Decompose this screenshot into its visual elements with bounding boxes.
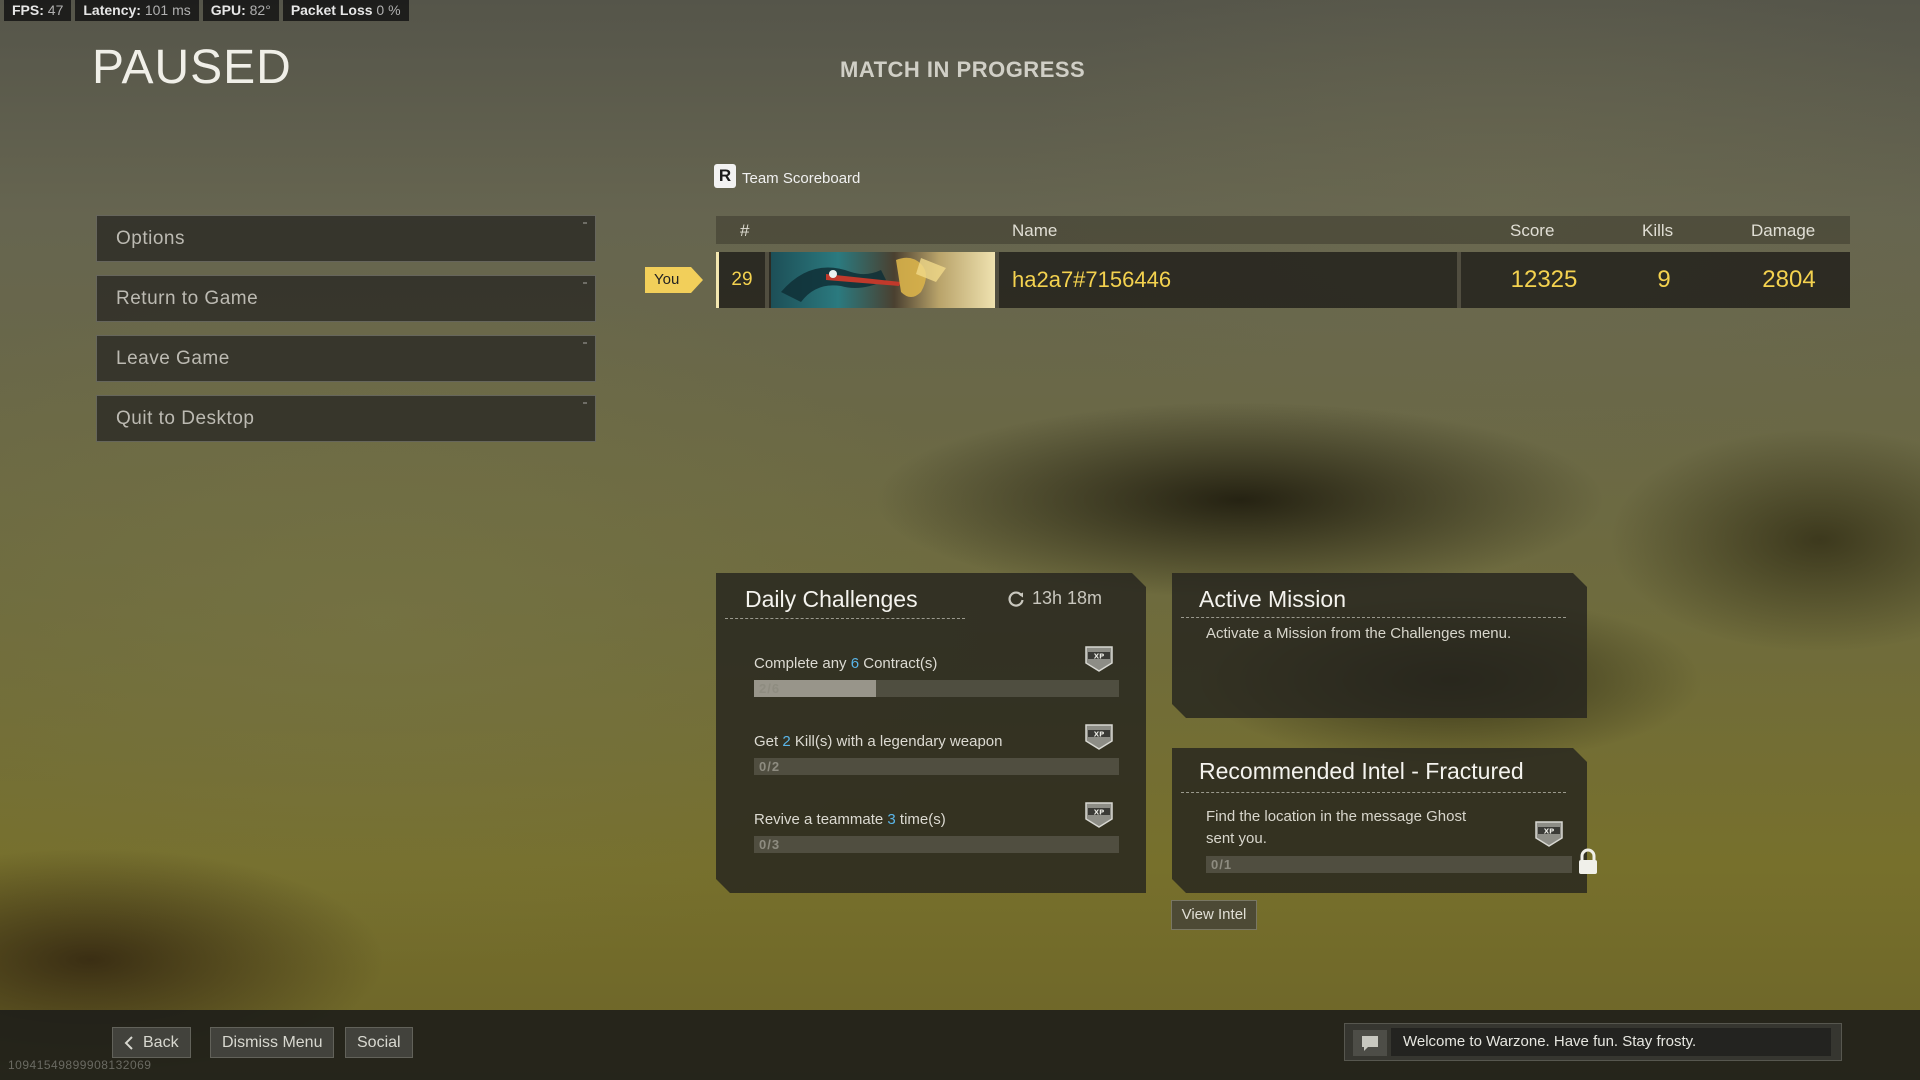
leave-game-button[interactable]: Leave Game	[96, 335, 596, 382]
svg-text:XP: XP	[1544, 828, 1555, 836]
svg-text:XP: XP	[1094, 809, 1105, 817]
title-divider	[1181, 617, 1566, 618]
progress-label: 0/1	[1211, 857, 1233, 872]
xp-reward-icon: XP	[1084, 801, 1114, 829]
options-button[interactable]: Options	[96, 215, 596, 262]
page-title: PAUSED	[92, 41, 292, 94]
back-button[interactable]: Back	[112, 1027, 191, 1058]
view-intel-button[interactable]: View Intel	[1171, 900, 1257, 930]
challenge-text: Revive a teammate 3 time(s)	[754, 811, 946, 828]
session-id: 10941549899908132069	[8, 1058, 152, 1072]
gpu-readout: GPU: 82°	[202, 0, 279, 21]
pause-menu: Options Return to Game Leave Game Quit t…	[96, 215, 596, 455]
chevron-left-icon	[124, 1036, 133, 1050]
progress-label: 0/3	[759, 837, 781, 852]
svg-text:XP: XP	[1094, 731, 1105, 739]
daily-challenges-title: Daily Challenges	[745, 586, 918, 612]
calling-card-image	[771, 252, 995, 308]
social-button[interactable]: Social	[345, 1027, 413, 1058]
xp-reward-icon: XP	[1534, 820, 1564, 848]
challenge-text: Get 2 Kill(s) with a legendary weapon	[754, 733, 1003, 750]
kills-header: Kills	[1642, 221, 1674, 240]
player-rank: 29	[731, 269, 753, 290]
performance-overlay: FPS: 47 Latency: 101 ms GPU: 82° Packet …	[4, 0, 409, 21]
fps-readout: FPS: 47	[4, 0, 72, 21]
scoreboard-header: # Name Score Kills Damage	[716, 216, 1850, 244]
intel-text-line-1: Find the location in the message Ghost	[1206, 808, 1467, 825]
latency-readout: Latency: 101 ms	[75, 0, 199, 21]
challenge-progress-bar: 2/6	[754, 680, 1119, 697]
progress-label: 0/2	[759, 759, 781, 774]
r-key-icon[interactable]: R	[714, 164, 736, 188]
intel-text-line-2: sent you.	[1206, 830, 1267, 847]
challenge-text: Complete any 6 Contract(s)	[754, 655, 938, 672]
lock-icon	[1579, 848, 1597, 874]
challenge-progress-bar: 0/3	[754, 836, 1119, 853]
chat-icon[interactable]	[1353, 1030, 1387, 1056]
row-divider	[1457, 252, 1461, 308]
match-status: MATCH IN PROGRESS	[840, 57, 1086, 82]
player-score: 12325	[1510, 266, 1578, 293]
player-kills: 9	[1657, 266, 1671, 293]
chat-box[interactable]: Welcome to Warzone. Have fun. Stay frost…	[1344, 1023, 1842, 1061]
title-divider	[1181, 792, 1566, 793]
packet-loss-readout: Packet Loss 0 %	[282, 0, 409, 21]
active-mission-text: Activate a Mission from the Challenges m…	[1206, 625, 1512, 642]
active-mission-panel: Active Mission Activate a Mission from t…	[1172, 573, 1587, 718]
title-divider	[725, 618, 965, 619]
back-label: Back	[143, 1034, 179, 1051]
refresh-icon	[1006, 589, 1026, 609]
recommended-intel-panel: Recommended Intel - Fractured Find the l…	[1172, 748, 1587, 893]
team-scoreboard-label[interactable]: Team Scoreboard	[742, 170, 860, 187]
daily-challenges-panel: Daily Challenges 13h 18m Complete any 6 …	[716, 573, 1146, 893]
score-header: Score	[1510, 221, 1555, 240]
you-tag: You	[645, 267, 704, 293]
row-divider	[765, 252, 769, 308]
dismiss-menu-button[interactable]: Dismiss Menu	[210, 1027, 335, 1058]
reset-timer: 13h 18m	[1006, 588, 1102, 609]
rank-header: #	[740, 221, 750, 240]
challenge-progress-bar: 0/2	[754, 758, 1119, 775]
chat-message[interactable]: Welcome to Warzone. Have fun. Stay frost…	[1391, 1028, 1831, 1056]
player-name: ha2a7#7156446	[1012, 267, 1172, 292]
intel-title: Recommended Intel - Fractured	[1199, 758, 1524, 784]
intel-progress-bar: 0/1	[1206, 856, 1572, 873]
scoreboard-row[interactable]: 29 ha2a7#7156446 12325 9 2804	[716, 252, 1850, 308]
player-damage: 2804	[1762, 266, 1816, 293]
svg-text:XP: XP	[1094, 653, 1105, 661]
active-mission-title: Active Mission	[1199, 586, 1346, 612]
timer-text: 13h 18m	[1032, 588, 1103, 608]
row-divider	[995, 252, 999, 308]
quit-to-desktop-button[interactable]: Quit to Desktop	[96, 395, 596, 442]
return-to-game-button[interactable]: Return to Game	[96, 275, 596, 322]
xp-reward-icon: XP	[1084, 645, 1114, 673]
xp-reward-icon: XP	[1084, 723, 1114, 751]
damage-header: Damage	[1751, 221, 1816, 240]
name-header: Name	[1012, 221, 1058, 240]
calling-card-art	[781, 257, 946, 302]
bottom-bar: Back Dismiss Menu Social 109415498999081…	[0, 1010, 1920, 1080]
progress-label: 2/6	[759, 681, 781, 696]
speech-bubble-icon	[1362, 1036, 1378, 1051]
